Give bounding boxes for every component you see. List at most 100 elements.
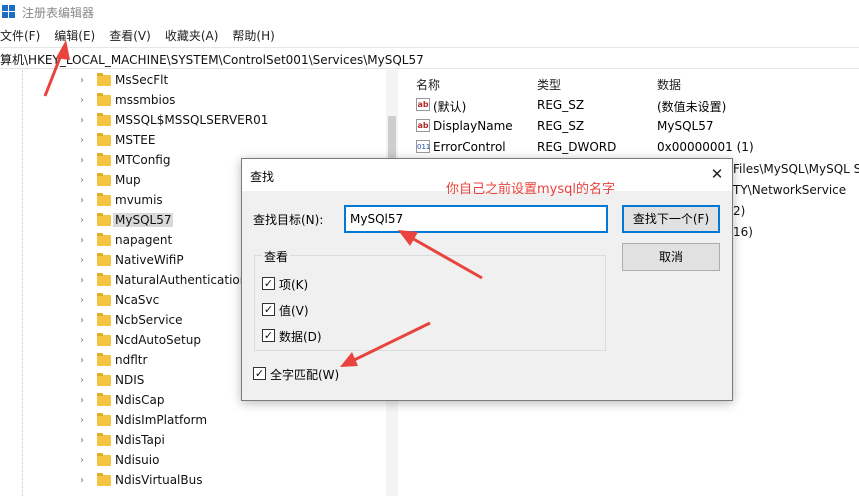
- value-data: 0x00000001 (1): [657, 140, 754, 154]
- value-row[interactable]: 011 ErrorControl REG_DWORD 0x00000001 (1): [410, 137, 859, 158]
- look-at-title: 查看: [262, 248, 291, 265]
- tree-item-label: MSSQL$MSSQLSERVER01: [115, 113, 269, 127]
- tree-item-label: mssmbios: [115, 93, 176, 107]
- folder-icon: [97, 73, 111, 86]
- tree-guide-line: [22, 70, 23, 496]
- tree-item[interactable]: › MsSecFlt: [76, 71, 376, 91]
- chevron-right-icon[interactable]: ›: [80, 155, 90, 167]
- title-bar: 注册表编辑器: [0, 0, 859, 24]
- column-name[interactable]: 名称: [416, 76, 440, 93]
- chevron-right-icon[interactable]: ›: [80, 295, 90, 307]
- data-label: 数据(D): [279, 330, 322, 344]
- chevron-right-icon[interactable]: ›: [80, 115, 90, 127]
- tree-item[interactable]: › NdisTapi: [76, 431, 376, 451]
- find-target-label: 查找目标(N):: [253, 213, 324, 227]
- chevron-right-icon[interactable]: ›: [80, 215, 90, 227]
- chevron-right-icon[interactable]: ›: [80, 415, 90, 427]
- cancel-button[interactable]: 取消: [622, 243, 720, 271]
- menu-file[interactable]: 文件(F): [0, 26, 46, 46]
- tree-item[interactable]: › NdisImPlatform: [76, 411, 376, 431]
- tree-item-label: NativeWifiP: [115, 253, 184, 267]
- data-checkbox[interactable]: ✓: [262, 329, 275, 342]
- folder-icon: [97, 233, 111, 246]
- values-checkbox[interactable]: ✓: [262, 303, 275, 316]
- close-icon[interactable]: ✕: [709, 166, 725, 182]
- annotation-note: 你自己之前设置mysql的名字: [446, 182, 615, 197]
- address-bar[interactable]: 计算机\HKEY_LOCAL_MACHINE\SYSTEM\ControlSet…: [0, 47, 859, 69]
- menu-edit[interactable]: 编辑(E): [54, 26, 101, 46]
- folder-icon: [97, 453, 111, 466]
- value-data-partial: Files\MySQL\MySQL S: [733, 162, 859, 176]
- match-whole-checkbox[interactable]: ✓: [253, 367, 266, 380]
- chevron-right-icon[interactable]: ›: [80, 315, 90, 327]
- tree-item-label: NcbService: [115, 313, 183, 327]
- chevron-right-icon[interactable]: ›: [80, 95, 90, 107]
- tree-item[interactable]: › mssmbios: [76, 91, 376, 111]
- tree-item-label: NDIS: [115, 373, 145, 387]
- tree-item-label: NdisVirtualBus: [115, 473, 203, 487]
- value-type: REG_SZ: [537, 119, 585, 133]
- values-label: 值(V): [279, 304, 309, 318]
- tree-item-label: NaturalAuthentication: [115, 273, 248, 287]
- folder-icon: [97, 253, 111, 266]
- tree-item[interactable]: › Ndisuio: [76, 451, 376, 471]
- chevron-right-icon[interactable]: ›: [80, 275, 90, 287]
- folder-icon: [97, 433, 111, 446]
- chevron-right-icon[interactable]: ›: [80, 195, 90, 207]
- menu-view[interactable]: 查看(V): [109, 26, 157, 46]
- chevron-right-icon[interactable]: ›: [80, 375, 90, 387]
- string-value-icon: ab: [416, 119, 430, 132]
- string-value-icon: ab: [416, 98, 430, 111]
- value-type: REG_SZ: [537, 98, 585, 112]
- folder-icon: [97, 93, 111, 106]
- chevron-right-icon[interactable]: ›: [80, 335, 90, 347]
- chevron-right-icon[interactable]: ›: [80, 135, 90, 147]
- tree-item-label: Mup: [115, 173, 141, 187]
- tree-item[interactable]: › MSSQL$MSSQLSERVER01: [76, 111, 376, 131]
- chevron-right-icon[interactable]: ›: [80, 455, 90, 467]
- chevron-right-icon[interactable]: ›: [80, 475, 90, 487]
- find-next-button[interactable]: 查找下一个(F): [622, 205, 720, 233]
- value-data-partial: 2): [733, 204, 746, 218]
- value-name: ErrorControl: [433, 140, 506, 154]
- tree-item-label: NdisTapi: [115, 433, 165, 447]
- column-type[interactable]: 类型: [537, 76, 561, 93]
- folder-icon: [97, 393, 111, 406]
- find-target-input[interactable]: [344, 205, 608, 233]
- value-name: DisplayName: [433, 119, 513, 133]
- tree-item-label: Ndisuio: [115, 453, 160, 467]
- chevron-right-icon[interactable]: ›: [80, 255, 90, 267]
- chevron-right-icon[interactable]: ›: [80, 355, 90, 367]
- menu-favorites[interactable]: 收藏夹(A): [165, 26, 225, 46]
- folder-icon: [97, 133, 111, 146]
- chevron-right-icon[interactable]: ›: [80, 435, 90, 447]
- registry-app-icon: [2, 5, 16, 19]
- value-row[interactable]: ab (默认) REG_SZ (数值未设置): [410, 95, 859, 116]
- folder-icon: [97, 293, 111, 306]
- chevron-right-icon[interactable]: ›: [80, 175, 90, 187]
- folder-icon: [97, 353, 111, 366]
- chevron-right-icon[interactable]: ›: [80, 235, 90, 247]
- tree-item[interactable]: › NdisVirtualBus: [76, 471, 376, 491]
- values-header: 名称 类型 数据: [410, 70, 859, 94]
- folder-icon: [97, 193, 111, 206]
- match-whole-label: 全字匹配(W): [270, 368, 340, 382]
- tree-item-label: MySQL57: [113, 213, 174, 227]
- value-row[interactable]: ab DisplayName REG_SZ MySQL57: [410, 116, 859, 137]
- tree-item-label: MTConfig: [115, 153, 171, 167]
- keys-checkbox[interactable]: ✓: [262, 277, 275, 290]
- chevron-right-icon[interactable]: ›: [80, 395, 90, 407]
- folder-icon: [97, 313, 111, 326]
- address-path[interactable]: 计算机\HKEY_LOCAL_MACHINE\SYSTEM\ControlSet…: [0, 51, 424, 68]
- tree-item-label: napagent: [115, 233, 173, 247]
- tree-item[interactable]: › MSTEE: [76, 131, 376, 151]
- value-type: REG_DWORD: [537, 140, 617, 154]
- tree-item-label: ndfltr: [115, 353, 148, 367]
- column-data[interactable]: 数据: [657, 76, 681, 93]
- menu-help[interactable]: 帮助(H): [232, 26, 280, 46]
- folder-icon: [97, 373, 111, 386]
- folder-icon: [97, 413, 111, 426]
- tree-item-label: MSTEE: [115, 133, 156, 147]
- value-data: MySQL57: [657, 119, 714, 133]
- chevron-right-icon[interactable]: ›: [80, 75, 90, 87]
